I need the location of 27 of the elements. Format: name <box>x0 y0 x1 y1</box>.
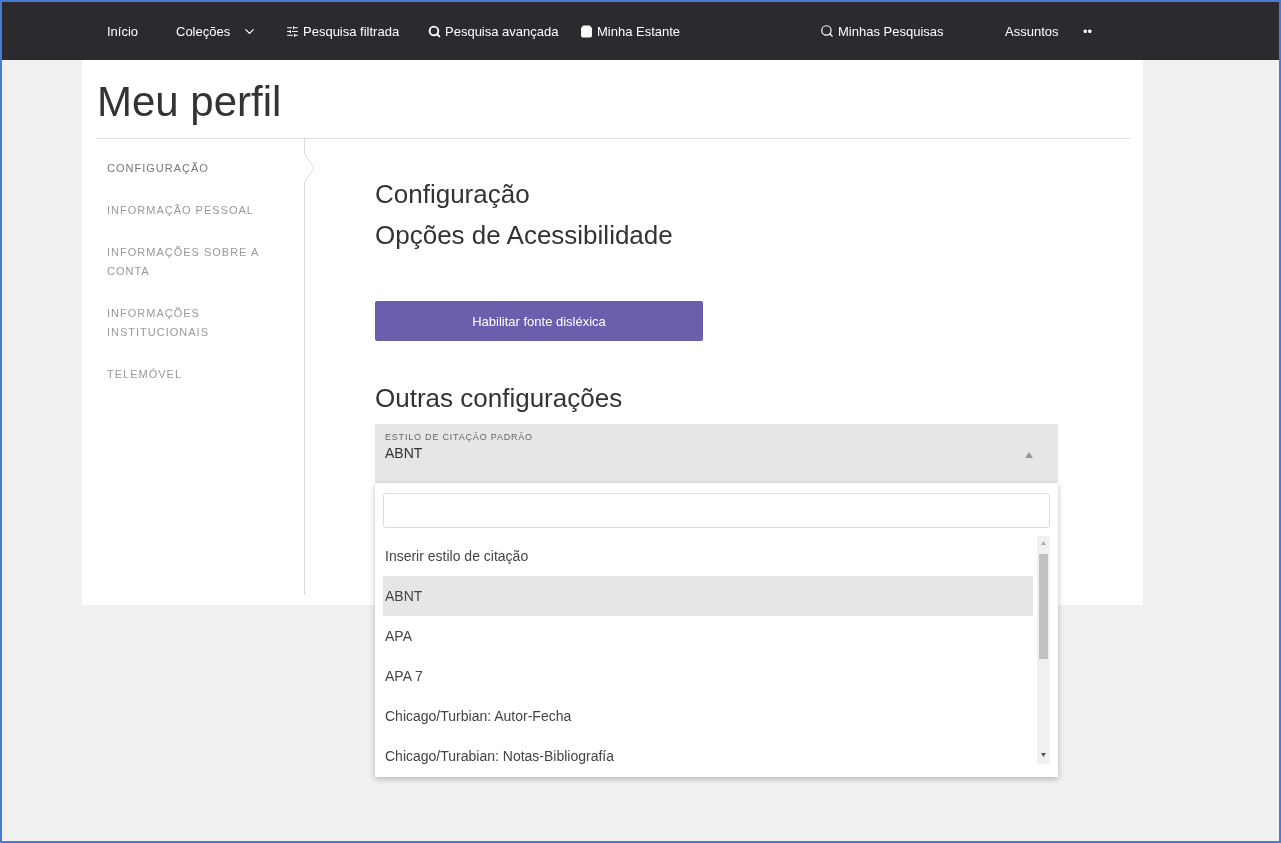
sliders-icon <box>286 24 299 38</box>
select-label: ESTILO DE CITAÇÃO PADRÃO <box>385 432 534 442</box>
nav-link[interactable]: Minhas Pesquisas <box>820 23 944 39</box>
section-heading: Outras configurações <box>375 383 624 414</box>
search-field[interactable] <box>383 493 1050 528</box>
page-title: Meu perfil <box>97 60 1130 139</box>
select-value: ABNT <box>385 445 424 461</box>
citation-style-select[interactable]: ESTILO DE CITAÇÃO PADRÃO ABNT <box>375 424 1058 483</box>
nav-link[interactable]: Pesquisa avançada <box>428 23 559 39</box>
dropdown-option[interactable]: Chicago/Turbian: Autor-Fecha <box>383 696 1033 736</box>
nav-link[interactable]: Minha Estante <box>580 23 681 39</box>
search-icon <box>428 24 441 38</box>
search-icon <box>820 24 834 38</box>
dyslexic-font-button[interactable]: Habilitar fonte disléxica <box>375 301 703 341</box>
sidebar-item[interactable]: CONFIGURAÇÃO <box>97 159 272 178</box>
nav-link[interactable]: Coleções <box>176 23 258 39</box>
dropdown-option[interactable]: APA <box>383 616 1033 656</box>
nav-link[interactable]: Assuntos <box>1005 23 1059 39</box>
dropdown-option[interactable]: Chicago/Turabian: Notas-Bibliografía <box>383 736 1033 776</box>
dropdown-option[interactable]: ABNT <box>383 576 1033 616</box>
nav-link[interactable]: Início <box>107 23 139 39</box>
section-title: Configuração <box>375 179 531 210</box>
nav-link[interactable]: Pesquisa filtrada <box>286 23 400 39</box>
section-heading: Opções de Acessibilidade <box>375 220 674 251</box>
dropdown-option[interactable]: Inserir estilo de citação <box>383 536 1033 576</box>
dropdown-option[interactable]: APA 7 <box>383 656 1033 696</box>
nav-link[interactable]: •• <box>1083 23 1093 39</box>
